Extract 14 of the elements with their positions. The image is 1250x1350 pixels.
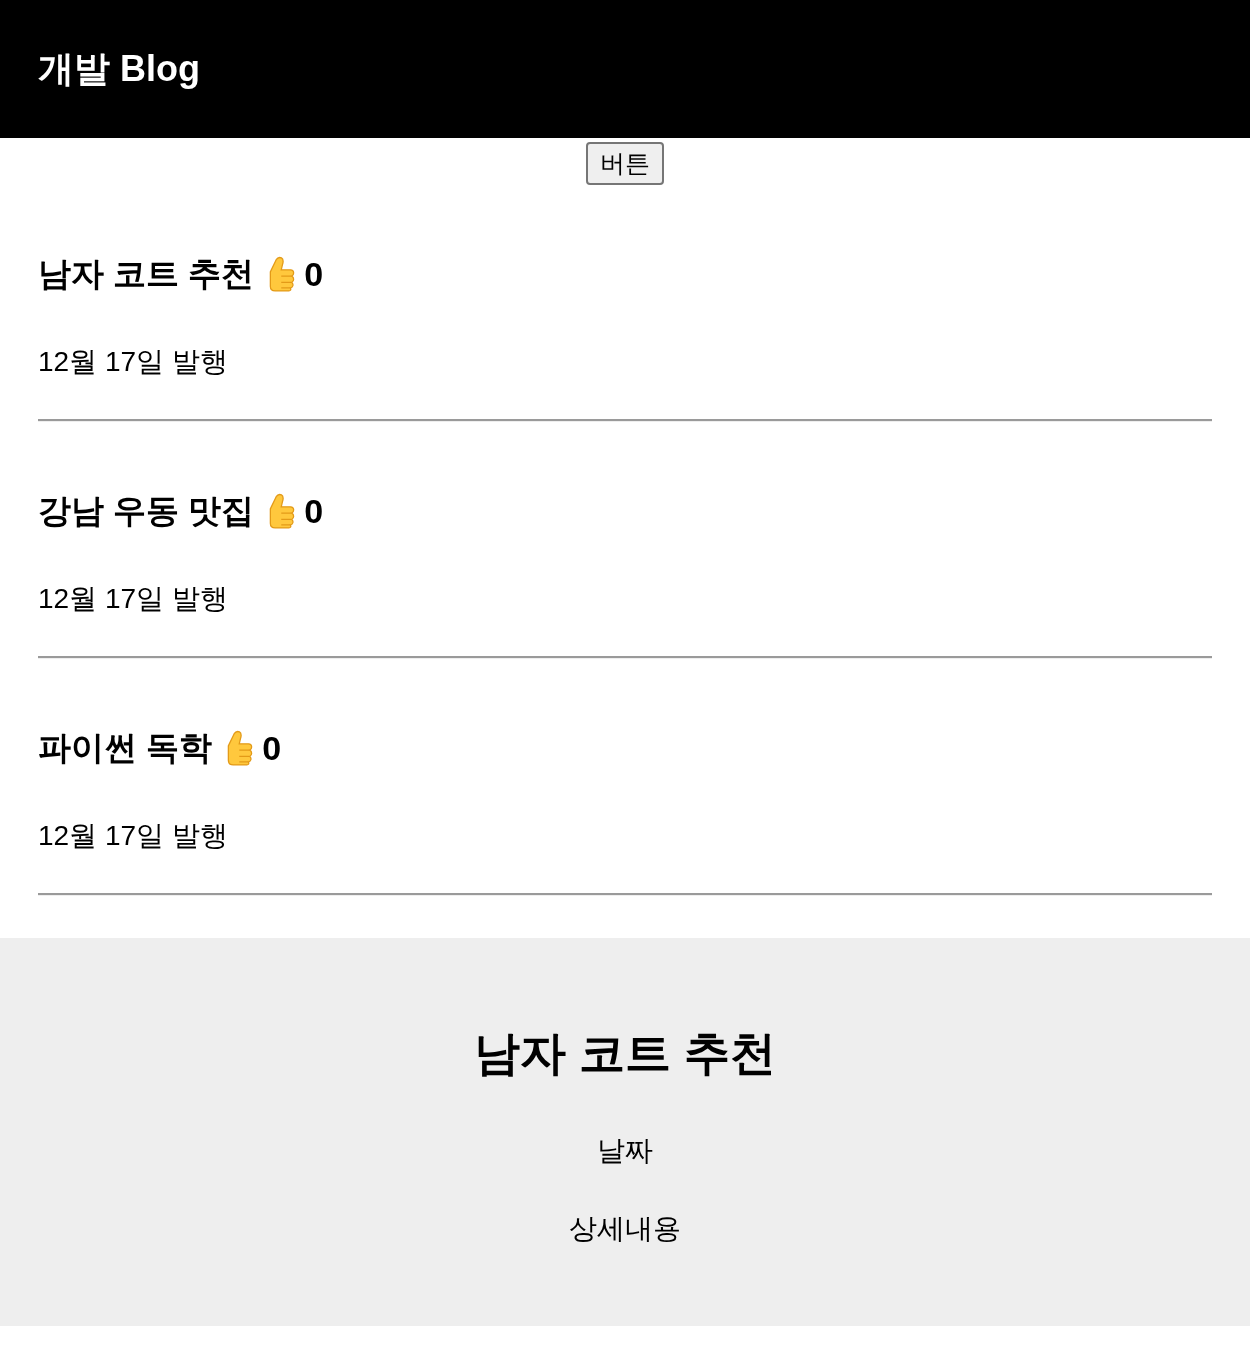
post-title[interactable]: 파이썬 독학	[38, 728, 213, 768]
like-count: 0	[304, 491, 324, 531]
post-date: 12월 17일 발행	[38, 582, 229, 616]
like-count: 0	[262, 728, 282, 768]
modal-date: 날짜	[597, 1134, 653, 1168]
modal-detail: 상세내용	[569, 1212, 681, 1246]
post-title[interactable]: 남자 코트 추천	[38, 254, 255, 294]
post-date: 12월 17일 발행	[38, 819, 229, 853]
action-button[interactable]: 버튼	[586, 142, 664, 185]
modal-title: 남자 코트 추천	[474, 1026, 776, 1081]
post-title[interactable]: 강남 우동 맛집	[38, 491, 255, 531]
like-count: 0	[304, 254, 324, 294]
post-date: 12월 17일 발행	[38, 345, 229, 379]
blog-title: 개발 Blog	[38, 47, 200, 91]
